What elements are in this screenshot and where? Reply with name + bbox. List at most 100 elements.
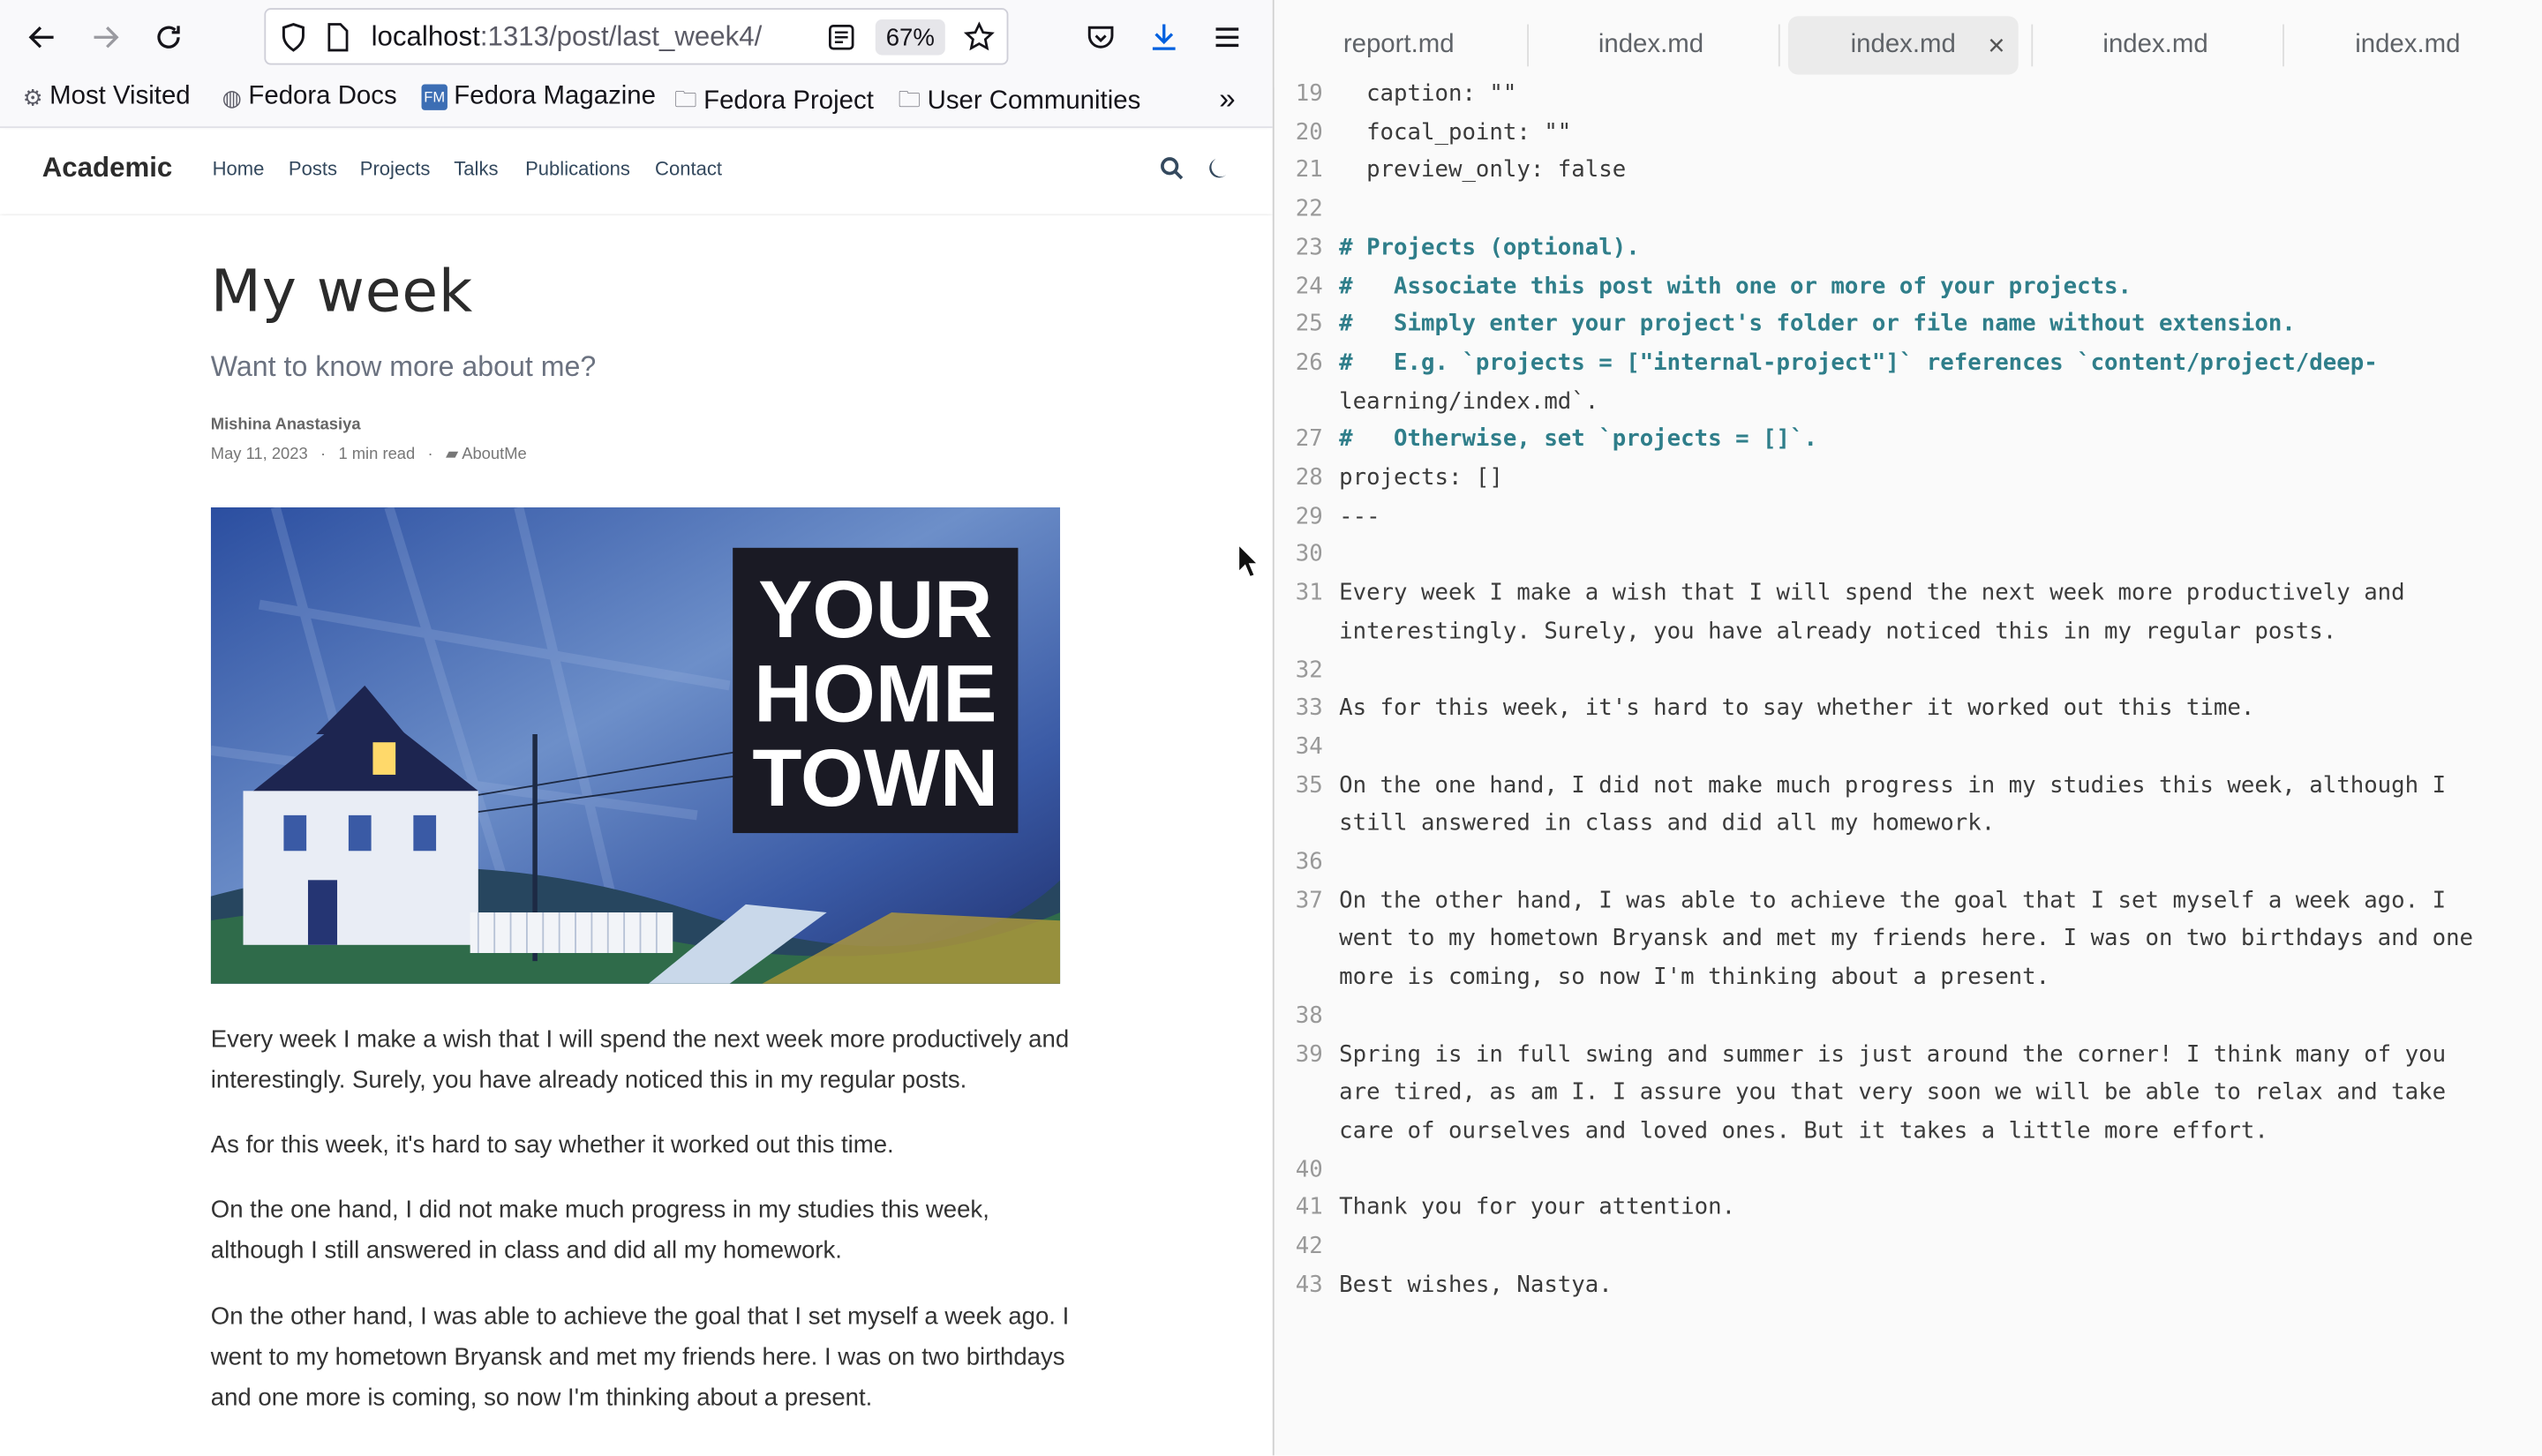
url-bar[interactable]: localhost:1313/post/last_week4/ 67%	[264, 8, 1009, 65]
editor-tab-label: index.md	[2102, 30, 2208, 59]
post-date: May 11, 2023	[210, 446, 308, 464]
code-line: Thank you for your attention.	[1339, 1195, 1736, 1221]
code-line: # Simply enter your project's folder or …	[1339, 311, 2296, 338]
post-paragraph: Every week I make a wish that I will spe…	[210, 1025, 1070, 1094]
post-read-time: 1 min read	[338, 446, 416, 464]
forward-icon[interactable]	[85, 16, 127, 58]
nav-projects[interactable]: Projects	[360, 157, 431, 180]
pocket-icon[interactable]	[1079, 16, 1122, 58]
line-number: 30	[1295, 542, 1323, 568]
code-line: # Associate this post with one or more o…	[1339, 273, 2132, 299]
bookmark-fedora-magazine[interactable]: FM Fedora Magazine	[421, 83, 656, 112]
line-number: 22	[1295, 196, 1323, 222]
url-text[interactable]: localhost:1313/post/last_week4/	[372, 21, 763, 54]
page-icon[interactable]	[326, 23, 349, 60]
star-icon[interactable]	[963, 21, 996, 62]
bookmark-label: Fedora Docs	[248, 82, 397, 110]
reload-icon[interactable]	[147, 16, 190, 58]
download-icon[interactable]	[1143, 16, 1185, 58]
line-number: 37	[1295, 887, 1323, 914]
code-line: # Projects (optional).	[1339, 234, 1640, 261]
meta-separator: ·	[427, 446, 433, 464]
post-content: My week Want to know more about me? Mish…	[0, 215, 1273, 1456]
hero-text-town: TOWN	[752, 733, 998, 823]
line-number: 29	[1295, 503, 1323, 530]
line-number: 32	[1295, 657, 1323, 684]
zoom-badge[interactable]: 67%	[875, 19, 945, 56]
globe-icon: ◍	[222, 83, 243, 109]
line-number: 27	[1295, 426, 1323, 453]
editor-tab[interactable]: index.md	[2293, 16, 2523, 74]
folder-icon: 🗀	[674, 86, 697, 112]
bookmark-label: User Communities	[927, 87, 1141, 116]
editor-tab-label: index.md	[1850, 30, 1956, 59]
nav-contact[interactable]: Contact	[655, 157, 722, 180]
code-line: projects: []	[1339, 465, 1503, 492]
code-line: went to my hometown Bryansk and met my f…	[1339, 926, 2474, 952]
tab-separator	[2031, 24, 2033, 67]
code-line: more is coming, so now I'm thinking abou…	[1339, 964, 2050, 991]
bookmark-fedora-docs[interactable]: ◍ Fedora Docs	[222, 83, 397, 112]
editor-tab[interactable]: index.md ×	[1788, 16, 2019, 75]
dark-mode-icon[interactable]	[1205, 155, 1230, 190]
code-line: caption: ""	[1339, 80, 1517, 108]
mouse-cursor	[1237, 542, 1260, 587]
code-line: Every week I make a wish that I will spe…	[1339, 580, 2405, 607]
nav-posts[interactable]: Posts	[289, 157, 337, 180]
folder-icon: 🗀	[898, 86, 921, 112]
code-line: On the other hand, I was able to achieve…	[1339, 887, 2447, 914]
back-icon[interactable]	[21, 16, 64, 58]
shield-icon[interactable]	[279, 21, 308, 62]
line-number: 33	[1295, 695, 1323, 722]
code-line: still answered in class and did all my h…	[1339, 810, 1996, 837]
line-number: 41	[1295, 1195, 1323, 1221]
line-number: 34	[1295, 733, 1323, 761]
fedora-magazine-icon: FM	[421, 84, 447, 110]
post-paragraph: On the one hand, I did not make much pro…	[210, 1196, 989, 1265]
site-navbar: Academic Home Posts Projects Talks Publi…	[0, 129, 1273, 214]
code-line: Best wishes, Nastya.	[1339, 1272, 1613, 1298]
code-line: # E.g. `projects = ["internal-project"]`…	[1339, 349, 2378, 376]
bookmarks-bar: ⚙ Most Visited ◍ Fedora Docs FM Fedora Maga…	[0, 74, 1273, 129]
nav-home[interactable]: Home	[213, 157, 265, 180]
code-line: ---	[1339, 503, 1380, 530]
post-author[interactable]: Mishina Anastasiya	[211, 417, 361, 434]
tab-separator	[2283, 24, 2285, 67]
browser-window: localhost:1313/post/last_week4/ 67% ⚙ Mos…	[0, 0, 1273, 1456]
site-brand[interactable]: Academic	[42, 153, 173, 185]
url-host: localhost	[371, 20, 480, 52]
post-category[interactable]: AboutMe	[462, 446, 527, 463]
editor-tab[interactable]: report.md	[1284, 16, 1514, 74]
gear-icon: ⚙	[22, 83, 43, 109]
hero-text-home: HOME	[754, 649, 996, 739]
meta-separator: ·	[320, 446, 327, 464]
editor-tab-bar: report.md index.md index.md × index.md index.…	[1274, 0, 2542, 88]
line-number: 38	[1295, 1002, 1323, 1029]
editor-tab[interactable]: index.md	[2041, 16, 2270, 74]
bookmark-user-communities[interactable]: 🗀 User Communities	[899, 83, 1141, 122]
bookmark-label: Fedora Project	[703, 87, 874, 116]
close-tab-icon[interactable]: ×	[1988, 28, 2004, 63]
code-line: As for this week, it's hard to say wheth…	[1339, 695, 2255, 722]
reader-icon[interactable]	[827, 23, 856, 60]
line-number: 25	[1295, 311, 1323, 338]
code-line: focal_point: ""	[1339, 119, 1572, 146]
post-meta: May 11, 2023 · 1 min read · ▰ AboutMe	[211, 446, 527, 463]
editor-tab[interactable]: index.md	[1536, 16, 1765, 74]
nav-talks[interactable]: Talks	[454, 157, 498, 180]
browser-toolbar: localhost:1313/post/last_week4/ 67%	[0, 0, 1273, 75]
search-icon[interactable]	[1159, 155, 1185, 190]
bookmark-fedora-project[interactable]: 🗀 Fedora Project	[674, 83, 874, 122]
code-line: Spring is in full swing and summer is ju…	[1339, 1041, 2447, 1068]
line-number: 19	[1295, 80, 1323, 108]
text-editor: report.md index.md index.md × index.md index.…	[1272, 0, 2542, 1456]
overflow-chevron-icon[interactable]: »	[1219, 83, 1235, 117]
menu-icon[interactable]	[1207, 16, 1249, 58]
nav-publications[interactable]: Publications	[525, 157, 630, 180]
post-paragraph: On the other hand, I was able to achieve…	[210, 1302, 1070, 1412]
line-number: 21	[1295, 157, 1323, 184]
code-line: preview_only: false	[1339, 157, 1627, 184]
line-number: 40	[1295, 1156, 1323, 1183]
bookmark-most-visited[interactable]: ⚙ Most Visited	[23, 83, 191, 112]
code-line: care of ourselves and loved ones. But it…	[1339, 1118, 2268, 1145]
